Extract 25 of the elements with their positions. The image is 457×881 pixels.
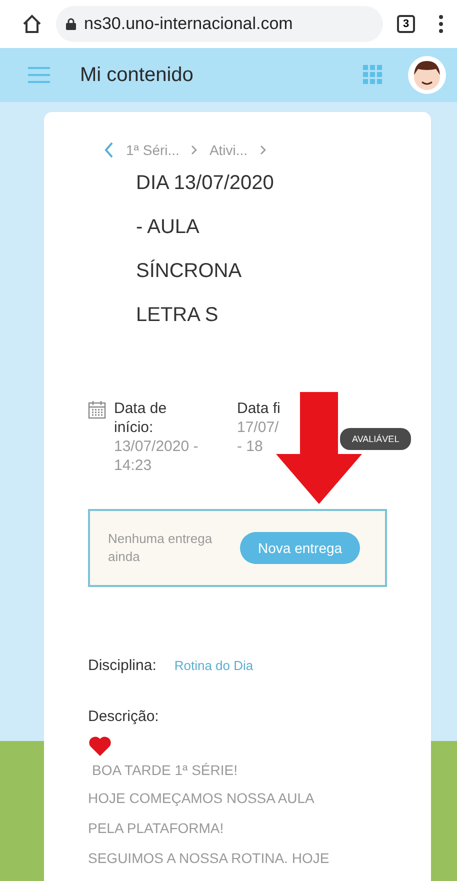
breadcrumb-link[interactable]: 1ª Séri... [126,142,180,158]
breadcrumb-link[interactable]: Ativi... [209,142,248,158]
date-label: Data fi [237,399,282,418]
description-text: HOJE COMEÇAMOS NOSSA AULA [88,789,316,808]
status-badge: AVALIÁVEL [340,428,412,450]
activity-title: SÍNCRONA [136,260,243,282]
page-title: Mi contenido [80,64,194,86]
description-text: SEGUIMOS A NOSSA ROTINA. HOJE [88,849,330,868]
date-label: Data de início: [114,399,168,437]
description-text: PELA PLATAFORMA! [88,819,225,838]
activity-title: LETRA S [136,304,220,326]
address-bar[interactable]: ns30.uno-internacional.com [56,6,383,42]
subject-label: Disciplina: [88,657,156,674]
date-value: 17/07/ [237,418,280,437]
new-delivery-button[interactable]: Nova entrega [240,532,360,564]
subject-link[interactable]: Rotina do Dia [174,658,254,673]
activity-title: - AULA [136,216,200,238]
delivery-status: Nenhuma entrega ainda [108,530,214,566]
date-value: 13/07/2020 - 14:23 [114,437,200,475]
activity-title: DIA 13/07/2020 [136,172,275,194]
description-text: BOA TARDE 1ª SÉRIE! [92,761,238,780]
date-value: - 18 [237,437,264,456]
url-text: ns30.uno-internacional.com [84,14,293,34]
description-label: Descrição: [88,708,160,725]
tab-count[interactable]: 3 [397,15,415,33]
